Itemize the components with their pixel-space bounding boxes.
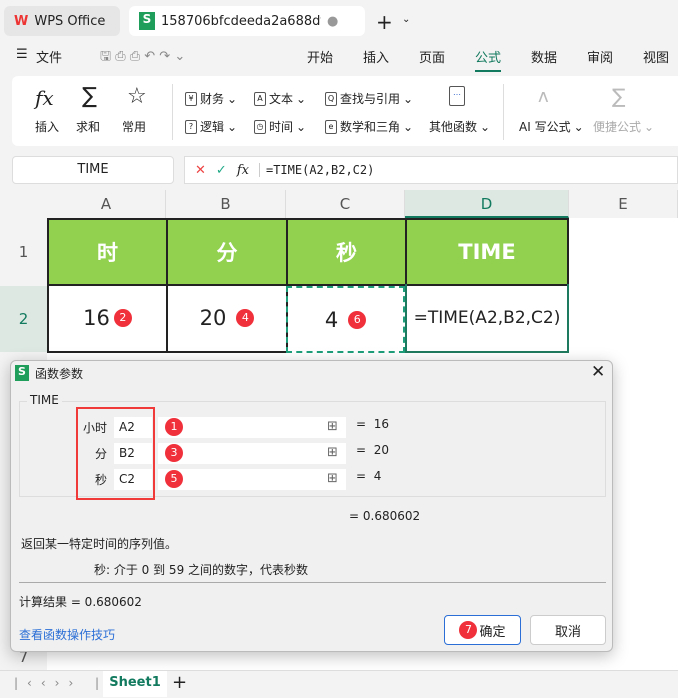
spreadsheet-icon: S [15,365,29,381]
fx-icon: fx [35,86,54,110]
argument-label: 秒 [94,473,107,487]
dialog-title: 函数参数 [35,367,84,381]
step-badge: 1 [165,418,183,436]
cell-d1[interactable]: TIME [405,218,569,286]
formula-result: = 0.680602 [349,509,421,523]
argument-label: 小时 [82,421,107,435]
cancel-button[interactable]: 取消 [530,615,606,645]
lookup-button[interactable]: Q 查找与引用 ⌄ [325,90,413,107]
function-tips-link[interactable]: 查看函数操作技巧 [19,626,115,643]
fx-icon[interactable]: fx [237,163,249,178]
function-description: 返回某一特定时间的序列值。 [21,537,178,551]
star-icon: ☆ [127,84,147,109]
close-icon[interactable]: ✕ [591,362,605,382]
row-header-2[interactable]: 2 [0,286,47,352]
spreadsheet-icon: S [139,12,155,30]
column-header-e[interactable]: E [569,190,678,218]
cell-a2[interactable]: 16 2 [47,284,168,353]
menu-file[interactable]: 文件 [36,47,62,66]
argument-field[interactable] [158,417,346,438]
time-button[interactable]: ◷ 时间 ⌄ [254,118,306,135]
column-header-b[interactable]: B [166,190,286,218]
hamburger-icon[interactable]: ☰ [16,47,28,62]
argument-input[interactable]: B2 [114,443,152,464]
confirm-icon[interactable]: ✓ [216,163,227,178]
menu-start[interactable]: 开始 [307,47,333,66]
function-arguments-dialog: S 函数参数 ✕ TIME 小时 A2 1 ⊞ = 16 分 B2 3 ⊞ = 2… [10,360,613,652]
column-header-a[interactable]: A [47,190,166,218]
math-button[interactable]: e 数学和三角 ⌄ [325,118,413,135]
range-select-icon[interactable]: ⊞ [327,471,338,486]
tab-document[interactable]: S158706bfcdeeda2a688df1ec● [129,6,365,36]
step-badge: 4 [236,308,255,327]
formula-bar[interactable]: ✕ ✓ fx =TIME(A2,B2,C2) [184,156,678,184]
step-badge: 2 [113,308,132,327]
name-box[interactable]: TIME [12,156,174,184]
finance-button[interactable]: ¥ 财务 ⌄ [185,90,237,107]
menu-review[interactable]: 审阅 [587,47,613,66]
argument-value: = 20 [356,443,389,457]
ok-button[interactable]: 7 确定 [444,615,521,645]
argument-value: = 4 [356,469,382,483]
cell-c2[interactable]: 46 [286,286,405,353]
cell-c1[interactable]: 秒 [286,218,407,286]
sheet-nav-icons[interactable]: |‹‹›› | [14,676,108,690]
cell-b2[interactable]: 20 4 [166,284,288,353]
quick-tools-icons[interactable]: 🖫 ⎙ ⎙ ↶ ↷ ⌄ [100,47,185,69]
menu-page[interactable]: 页面 [419,47,445,66]
cell-b1[interactable]: 分 [166,218,288,286]
range-select-icon[interactable]: ⊞ [327,419,338,434]
text-button[interactable]: A 文本 ⌄ [254,90,306,107]
range-select-icon[interactable]: ⊞ [327,445,338,460]
add-sheet-button[interactable]: + [172,672,187,693]
sum-button[interactable]: 求和 [76,118,100,135]
ribbon [12,76,678,146]
argument-description: 秒: 介于 0 到 59 之间的数字，代表秒数 [94,563,309,577]
formula-input[interactable]: =TIME(A2,B2,C2) [258,163,374,177]
column-header-d[interactable]: D [405,190,569,218]
cell-d2[interactable]: =TIME(A2,B2,C2) [405,284,569,353]
menu-data[interactable]: 数据 [531,47,557,66]
tab-wps-office[interactable]: W WPS Office [4,6,120,36]
menu-formula[interactable]: 公式 [475,47,502,72]
cancel-icon[interactable]: ✕ [195,163,206,178]
argument-input[interactable]: A2 [114,417,152,438]
new-tab-icon[interactable]: + [376,10,393,34]
quick-formula-button[interactable]: 便捷公式 ⌄ [593,118,654,135]
argument-label: 分 [94,447,107,461]
menu-view[interactable]: 视图 [643,47,669,66]
ai-icon: ʌ [538,86,549,107]
insert-function-button[interactable]: 插入 [35,118,59,135]
argument-field[interactable] [158,443,346,464]
other-functions-button[interactable]: 其他函数 ⌄ [429,118,490,135]
step-badge: 7 [459,621,478,639]
quick-formula-icon: ∑ [612,84,626,108]
wps-logo-icon: W [14,13,29,29]
logic-button[interactable]: ? 逻辑 ⌄ [185,118,237,135]
sigma-icon: ∑ [82,84,97,109]
sheet-tab-sheet1[interactable]: Sheet1 [103,671,167,697]
cell-a1[interactable]: 时 [47,218,168,286]
argument-input[interactable]: C2 [114,469,152,490]
menu-insert[interactable]: 插入 [363,47,389,66]
function-name: TIME [27,393,62,407]
row-header-1[interactable]: 1 [0,218,47,286]
chevron-down-icon[interactable]: ⌄ [402,14,410,25]
calculation-result: 计算结果 = 0.680602 [19,595,142,609]
argument-value: = 16 [356,417,389,431]
step-badge: 3 [165,444,183,462]
step-badge: 6 [348,310,367,329]
step-badge: 5 [165,470,183,488]
column-header-c[interactable]: C [286,190,405,218]
ai-formula-button[interactable]: AI 写公式 ⌄ [519,118,584,135]
argument-field[interactable] [158,469,346,490]
close-dot-icon[interactable]: ● [327,14,338,29]
common-button[interactable]: 常用 [122,118,146,135]
other-functions-icon: … [449,86,465,106]
